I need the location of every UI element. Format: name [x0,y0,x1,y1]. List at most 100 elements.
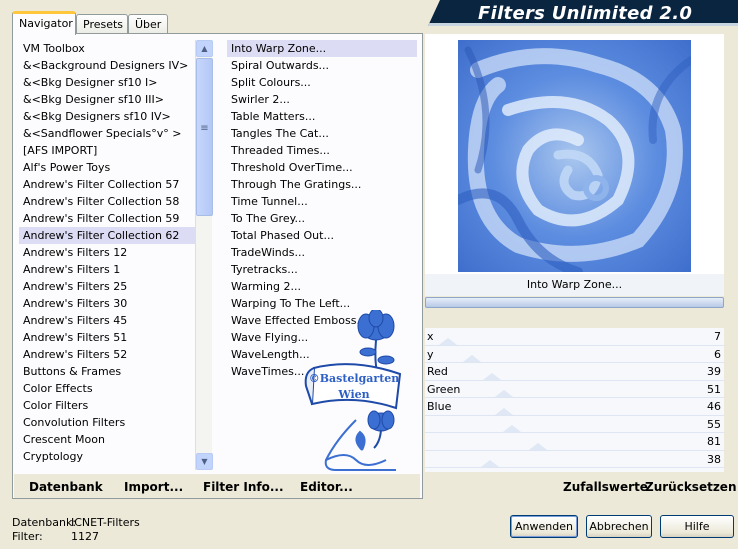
watermark-line1: ©Bastelgarten [309,372,400,385]
category-item[interactable]: &<Sandflower Specials°v° > [19,125,195,142]
parameter-list: x 7 y 6 Red 39 Green 51 Blue 46 55 81 38 [425,328,724,472]
category-list[interactable]: VM Toolbox &<Background Designers IV> &<Bk… [19,40,195,470]
filter-item[interactable]: Table Matters... [227,108,417,125]
param-slider[interactable]: 81 [425,433,724,451]
category-item[interactable]: &<Bkg Designer sf10 I> [19,74,195,91]
filter-item[interactable]: Into Warp Zone... [227,40,417,57]
param-slider[interactable]: y6 [425,346,724,363]
filter-item[interactable]: Through The Gratings... [227,176,417,193]
filter-info-link[interactable]: Filter Info... [203,480,284,494]
category-item[interactable]: Andrew's Filter Collection 58 [19,193,195,210]
app-title: Filters Unlimited 2.0 [478,3,693,24]
slider-thumb[interactable] [495,407,513,415]
watermark-logo: ©Bastelgarten Wien [304,310,402,471]
category-item[interactable]: Andrew's Filter Collection 59 [19,210,195,227]
category-item[interactable]: Convolution Filters [19,414,195,431]
category-item[interactable]: Buttons & Frames [19,363,195,380]
tab-uber[interactable]: Über [128,14,168,34]
category-scrollbar[interactable]: ▲ ≡ ▼ [195,40,213,470]
param-label: y [427,347,434,361]
category-item[interactable]: Andrew's Filters 52 [19,346,195,363]
filter-item[interactable]: Total Phased Out... [227,227,417,244]
param-slider[interactable]: Green 51 [425,381,724,398]
database-label: Datenbank: [12,516,77,529]
random-values-link[interactable]: Zufallswerte [563,480,648,494]
filter-item[interactable]: Tangles The Cat... [227,125,417,142]
import-link[interactable]: Import... [124,480,183,494]
filter-item[interactable]: Threaded Times... [227,142,417,159]
help-button[interactable]: Hilfe [660,515,734,538]
param-label: Red [427,365,448,378]
category-item[interactable]: Cryptology [19,448,195,465]
category-item[interactable]: Andrew's Filters 1 [19,261,195,278]
slider-track[interactable] [425,467,724,468]
category-item[interactable]: Color Effects [19,380,195,397]
category-item[interactable]: Andrew's Filters 25 [19,278,195,295]
slider-thumb[interactable] [529,442,547,450]
param-value: 81 [707,435,721,448]
param-label: x [427,330,434,343]
slider-thumb[interactable] [495,390,513,397]
filter-item[interactable]: Warming 2... [227,278,417,295]
param-value: 38 [707,452,721,466]
slider-thumb[interactable] [439,337,457,345]
scroll-down-button[interactable]: ▼ [196,453,213,470]
selected-filter-name: Into Warp Zone... [425,274,724,296]
param-slider[interactable]: Blue 46 [425,398,724,416]
param-value: 39 [707,365,721,378]
editor-link[interactable]: Editor... [300,480,353,494]
filter-count-value: 1127 [71,530,99,543]
preview-image [458,40,691,272]
filter-item[interactable]: TradeWinds... [227,244,417,261]
apply-button[interactable]: Anwenden [510,515,578,538]
tab-navigator[interactable]: Navigator [12,11,76,35]
scroll-up-button[interactable]: ▲ [196,40,213,57]
param-slider[interactable]: x7 [425,328,724,346]
category-item[interactable]: Crescent Moon [19,431,195,448]
category-item[interactable]: Andrew's Filter Collection 62 [19,227,195,244]
param-label: Green [427,382,461,396]
tab-presets[interactable]: Presets [76,14,128,34]
filter-item[interactable]: Split Colours... [227,74,417,91]
param-slider[interactable]: Red 39 [425,363,724,381]
slider-thumb[interactable] [463,355,481,362]
cancel-button[interactable]: Abbrechen [586,515,652,538]
preview-frame [425,34,724,274]
grip-icon: ≡ [200,123,209,134]
category-item[interactable]: &<Background Designers IV> [19,57,195,74]
category-item[interactable]: VM Toolbox [19,40,195,57]
category-item[interactable]: Alf's Power Toys [19,159,195,176]
parameter-toolbar: Zufallswerte Zurücksetzen [425,474,736,498]
preview-progress-bar [425,297,724,308]
filter-count-label: Filter: [12,530,43,543]
category-item[interactable]: [AFS IMPORT] [19,142,195,159]
filter-item[interactable]: Swirler 2... [227,91,417,108]
filter-item[interactable]: To The Grey... [227,210,417,227]
database-link[interactable]: Datenbank [29,480,103,494]
filter-item[interactable]: Time Tunnel... [227,193,417,210]
category-item[interactable]: &<Bkg Designer sf10 III> [19,91,195,108]
category-item[interactable]: Andrew's Filters 30 [19,295,195,312]
param-label: Blue [427,400,452,413]
navigator-toolbar: Datenbank Import... Filter Info... Edito… [14,474,420,498]
param-value: 46 [707,400,721,413]
reset-link[interactable]: Zurücksetzen [645,480,736,494]
filter-item[interactable]: Spiral Outwards... [227,57,417,74]
slider-thumb[interactable] [503,425,521,432]
param-slider[interactable]: 38 [425,451,724,468]
filter-item[interactable]: Threshold OverTime... [227,159,417,176]
category-item[interactable]: Andrew's Filters 45 [19,312,195,329]
category-item[interactable]: Andrew's Filters 51 [19,329,195,346]
scroll-thumb[interactable]: ≡ [196,58,213,216]
category-item[interactable]: Andrew's Filter Collection 57 [19,176,195,193]
slider-thumb[interactable] [481,460,499,467]
category-item[interactable]: Color Filters [19,397,195,414]
slider-thumb[interactable] [483,372,501,380]
watermark-line2: Wien [337,388,369,401]
category-item[interactable]: &<Bkg Designers sf10 IV> [19,108,195,125]
param-slider[interactable]: 55 [425,416,724,433]
filter-item[interactable]: Tyretracks... [227,261,417,278]
param-value: 6 [714,347,721,361]
category-item[interactable]: Andrew's Filters 12 [19,244,195,261]
param-value: 7 [714,330,721,343]
